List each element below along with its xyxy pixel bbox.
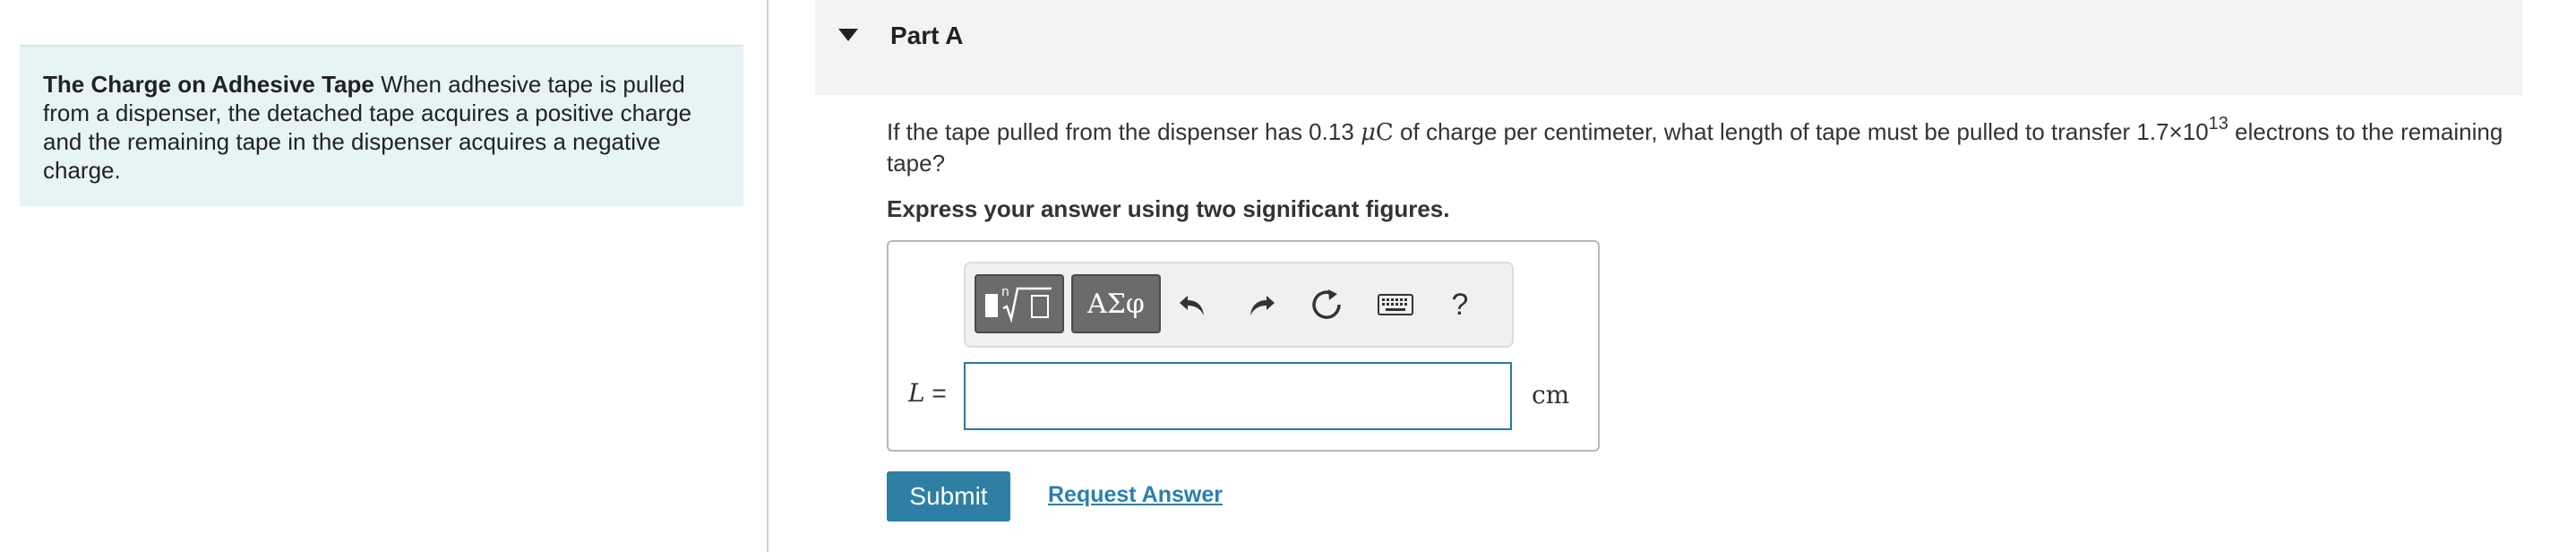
- svg-text:n: n: [1001, 285, 1009, 299]
- answer-input[interactable]: [964, 362, 1512, 430]
- templates-icon: n: [985, 285, 1052, 323]
- question-text-middle: of charge per centimeter, what length of…: [1393, 118, 2209, 145]
- exponent: 13: [2208, 114, 2228, 134]
- undo-icon: [1180, 296, 1204, 315]
- templates-button[interactable]: n: [975, 274, 1064, 333]
- undo-button[interactable]: [1173, 285, 1213, 324]
- reset-icon: [1312, 289, 1341, 319]
- charge-unit: C: [1375, 119, 1394, 146]
- redo-button[interactable]: [1241, 285, 1281, 324]
- keyboard-icon: [1378, 294, 1413, 315]
- part-header[interactable]: Part A: [815, 0, 2522, 95]
- answer-box: n ΑΣφ ? L = cm: [887, 240, 1600, 452]
- request-answer-link[interactable]: Request Answer: [1048, 482, 1223, 508]
- part-title: Part A: [890, 22, 964, 49]
- instruction-text: Express your answer using two significan…: [887, 195, 1450, 222]
- equals-sign: =: [924, 379, 947, 407]
- variable-label: L =: [908, 378, 947, 408]
- unit-label: cm: [1532, 380, 1570, 410]
- keyboard-button[interactable]: [1376, 285, 1415, 324]
- help-button[interactable]: ?: [1440, 285, 1480, 324]
- submit-button[interactable]: Submit: [887, 471, 1010, 522]
- intro-title: The Charge on Adhesive Tape: [43, 71, 374, 98]
- math-toolbar: n ΑΣφ ?: [964, 262, 1514, 348]
- intro-box: The Charge on Adhesive Tape When adhesiv…: [20, 45, 743, 206]
- greek-symbols-button[interactable]: ΑΣφ: [1071, 274, 1161, 333]
- question-text-before: If the tape pulled from the dispenser ha…: [887, 118, 1361, 145]
- question-text: If the tape pulled from the dispenser ha…: [887, 114, 2517, 178]
- mu-symbol: μ: [1361, 119, 1376, 146]
- reset-button[interactable]: [1308, 285, 1347, 324]
- caret-down-icon[interactable]: [838, 29, 858, 41]
- left-panel: The Charge on Adhesive Tape When adhesiv…: [0, 0, 769, 552]
- redo-icon: [1250, 296, 1275, 315]
- variable-name: L: [908, 378, 925, 408]
